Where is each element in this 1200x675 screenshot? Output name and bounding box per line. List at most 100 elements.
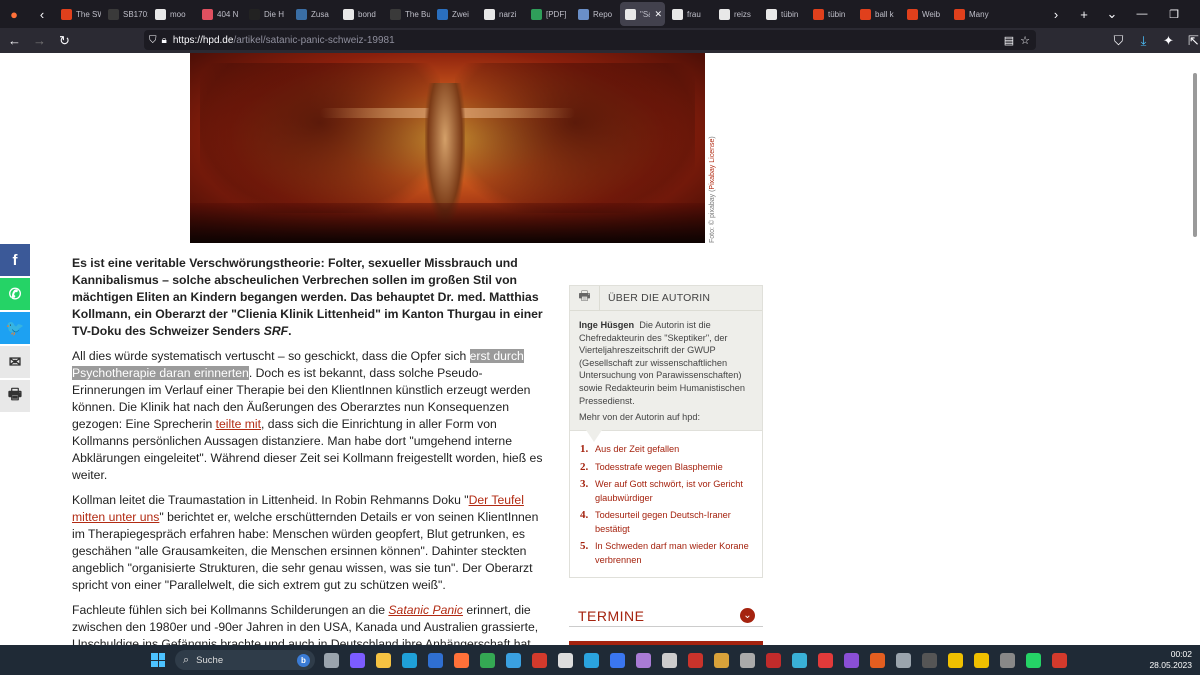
close-window-button[interactable]: ✕ (1190, 8, 1200, 21)
author-article-item[interactable]: 1. Aus der Zeit gefallen (580, 443, 754, 457)
browser-tab[interactable]: Zwei (432, 2, 477, 26)
minimize-button[interactable]: — (1126, 8, 1158, 21)
url-text[interactable]: https://hpd.de/artikel/satanic-panic-sch… (173, 35, 395, 46)
chrome-icon[interactable] (474, 649, 500, 671)
author-article-item[interactable]: 3. Wer auf Gott schwört, ist vor Gericht … (580, 478, 754, 505)
pocket-icon[interactable]: ⛉ (1106, 28, 1131, 53)
terminal-icon[interactable] (916, 649, 942, 671)
author-article-item[interactable]: 5. In Schweden darf man wieder Korane ver… (580, 540, 754, 567)
app-icon[interactable] (526, 649, 552, 671)
whatsapp-icon[interactable]: ✆ (0, 278, 30, 310)
books-icon[interactable] (708, 649, 734, 671)
extensions-icon[interactable]: ✦ (1156, 28, 1181, 53)
news-icon[interactable] (682, 649, 708, 671)
link-teilte-mit[interactable]: teilte mit (216, 417, 261, 431)
termine-section-header[interactable]: TERMINE ⌄ (569, 605, 763, 627)
browser-tab[interactable]: bond (338, 2, 383, 26)
whatsapp-icon[interactable] (1020, 649, 1046, 671)
tab-favicon-icon (296, 8, 307, 20)
reader-view-icon[interactable]: ▤ (1004, 34, 1014, 47)
browser-tab[interactable]: Die H (244, 2, 289, 26)
browser-tab[interactable]: moo (150, 2, 195, 26)
camera-icon[interactable] (656, 649, 682, 671)
chat-icon[interactable] (500, 649, 526, 671)
app3-icon[interactable] (760, 649, 786, 671)
edge-icon[interactable] (396, 649, 422, 671)
firefox-icon[interactable] (448, 649, 474, 671)
start-button[interactable] (151, 653, 165, 667)
linux2-icon[interactable] (968, 649, 994, 671)
browser-tab[interactable]: ball k (855, 2, 900, 26)
browser-tab[interactable]: [PDF] (526, 2, 571, 26)
app7-icon[interactable] (864, 649, 890, 671)
article-link[interactable]: Todesurteil gegen Deutsch-Iraner bestäti… (595, 509, 754, 536)
article-link[interactable]: In Schweden darf man wieder Korane verbr… (595, 540, 754, 567)
browser-tab[interactable]: Weib (902, 2, 947, 26)
telegram-icon[interactable] (578, 649, 604, 671)
shield-icon[interactable]: ⛉ (149, 35, 157, 46)
tab-title: bond (358, 9, 376, 19)
article-link[interactable]: Wer auf Gott schwört, ist vor Gericht gl… (595, 478, 754, 505)
article-link[interactable]: Aus der Zeit gefallen (595, 443, 679, 457)
browser-tab[interactable]: Zusa (291, 2, 336, 26)
browser-tab[interactable]: Many (949, 2, 994, 26)
close-tab-icon[interactable]: ✕ (654, 9, 662, 20)
author-article-item[interactable]: 2. Todesstrafe wegen Blasphemie (580, 461, 754, 475)
address-bar[interactable]: ⛉ 🔒︎ https://hpd.de/artikel/satanic-pani… (144, 30, 1036, 50)
facebook-icon[interactable]: f (0, 244, 30, 276)
mail-icon[interactable]: ✉ (0, 346, 30, 378)
taskbar-search[interactable]: ⌕ Suche b (175, 650, 315, 670)
browser-tab[interactable]: tübin (761, 2, 806, 26)
browser-tab[interactable]: narzi (479, 2, 524, 26)
share-icon[interactable]: ⇱ (1181, 28, 1200, 53)
link-satanic-panic[interactable]: Satanic Panic (388, 603, 463, 617)
author-article-item[interactable]: 4. Todesurteil gegen Deutsch-Iraner bestä… (580, 509, 754, 536)
system-clock[interactable]: 00:02 28.05.2023 (1140, 649, 1192, 671)
bookmark-star-icon[interactable]: ☆ (1020, 34, 1030, 47)
file-explorer-icon[interactable] (370, 649, 396, 671)
browser-tab[interactable]: "Sa ✕ (620, 2, 665, 26)
app4-icon[interactable] (786, 649, 812, 671)
browser-tab[interactable]: reizs (714, 2, 759, 26)
app10-icon[interactable] (1046, 649, 1072, 671)
linux-icon[interactable] (942, 649, 968, 671)
zoom-icon[interactable] (344, 649, 370, 671)
signal-icon[interactable] (604, 649, 630, 671)
app5-icon[interactable] (812, 649, 838, 671)
store-icon[interactable] (422, 649, 448, 671)
chevron-down-icon[interactable]: ⌄ (740, 608, 755, 623)
scroll-tabs-right-icon[interactable]: › (1042, 0, 1070, 28)
browser-tab[interactable]: 404 N (197, 2, 242, 26)
list-all-tabs-icon[interactable]: ⌄ (1098, 0, 1126, 28)
twitter-icon[interactable]: 🐦 (0, 312, 30, 344)
live-icon[interactable] (552, 649, 578, 671)
reload-button[interactable]: ↻ (52, 28, 77, 53)
restore-button[interactable]: ❐ (1158, 8, 1190, 21)
browser-tab[interactable]: Repo (573, 2, 618, 26)
page-scrollbar[interactable] (1193, 73, 1197, 237)
lock-icon[interactable]: 🔒︎ (162, 35, 167, 46)
print-icon[interactable]: 🖶 (0, 380, 30, 412)
new-tab-button[interactable]: + (1070, 0, 1098, 28)
tab-favicon-icon (61, 8, 72, 20)
browser-tab[interactable]: SB170156 (103, 2, 148, 26)
article-link[interactable]: Todesstrafe wegen Blasphemie (595, 461, 723, 475)
firefox-menu-icon[interactable]: ● (0, 0, 28, 28)
task-view-icon[interactable] (318, 649, 344, 671)
app8-icon[interactable] (890, 649, 916, 671)
app6-icon[interactable] (838, 649, 864, 671)
stack-icon[interactable] (734, 649, 760, 671)
tab-list-left-icon[interactable]: ‹ (28, 0, 56, 28)
browser-tab[interactable]: tübin (808, 2, 853, 26)
downloads-icon[interactable]: ⤓ (1131, 28, 1156, 53)
app2-icon[interactable] (630, 649, 656, 671)
search-placeholder: Suche (196, 654, 224, 666)
forward-button[interactable]: → (27, 28, 52, 53)
browser-tab[interactable]: The Buffal (385, 2, 430, 26)
app9-icon[interactable] (994, 649, 1020, 671)
back-button[interactable]: ← (2, 28, 27, 53)
browser-tab[interactable]: The SWEDE (56, 2, 101, 26)
window-controls: — ❐ ✕ (1126, 8, 1200, 21)
license-link[interactable]: Pixabay License (709, 139, 716, 190)
browser-tab[interactable]: frau (667, 2, 712, 26)
